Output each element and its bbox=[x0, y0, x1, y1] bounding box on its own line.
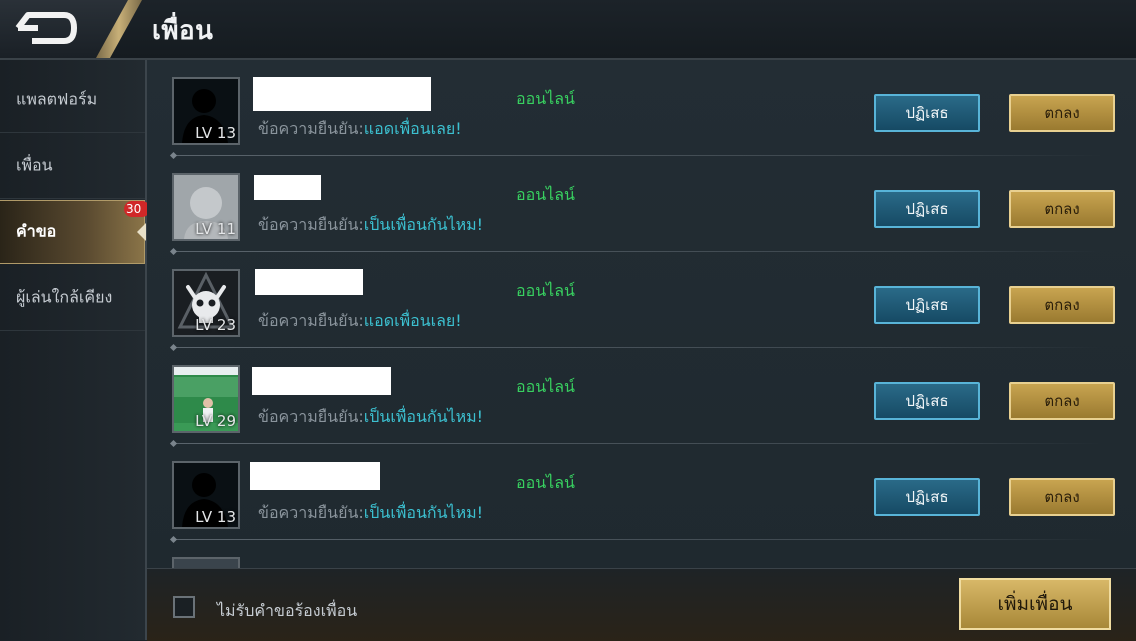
list-item: LV 23 ข้อความยืนยัน:แอดเพื่อนเลย! ออนไลน… bbox=[147, 252, 1136, 348]
online-status: ออนไลน์ bbox=[516, 377, 575, 396]
sidebar-item-friends[interactable]: เพื่อน bbox=[0, 134, 145, 199]
player-name-redacted bbox=[250, 462, 380, 490]
sidebar: แพลตฟอร์ม เพื่อน คำขอ 30 ผู้เล่นใกล้เคีย… bbox=[0, 60, 150, 640]
level-label: LV 13 bbox=[195, 508, 236, 526]
list-item: LV 29 ข้อความยืนยัน:เป็นเพื่อนกันไหม! ออ… bbox=[147, 348, 1136, 444]
sidebar-item-requests[interactable]: คำขอ 30 bbox=[0, 200, 150, 264]
level-label: LV 11 bbox=[195, 220, 236, 238]
sidebar-item-label: เพื่อน bbox=[16, 155, 53, 175]
player-avatar[interactable]: LV 13 bbox=[172, 461, 240, 529]
level-label: LV 23 bbox=[195, 316, 236, 334]
online-status: ออนไลน์ bbox=[516, 281, 575, 300]
online-status: ออนไลน์ bbox=[516, 473, 575, 492]
confirm-message: ข้อความยืนยัน:เป็นเพื่อนกันไหม! bbox=[258, 213, 483, 238]
reject-button[interactable]: ปฏิเสธ bbox=[874, 94, 980, 132]
player-name-redacted bbox=[254, 175, 321, 200]
online-status: ออนไลน์ bbox=[516, 89, 575, 108]
accept-button[interactable]: ตกลง bbox=[1009, 190, 1115, 228]
row-divider bbox=[173, 539, 1102, 540]
add-friend-button[interactable]: เพิ่มเพื่อน bbox=[959, 578, 1111, 630]
list-item: LV 11 ข้อความยืนยัน:เป็นเพื่อนกันไหม! ออ… bbox=[147, 156, 1136, 252]
active-indicator-icon bbox=[137, 223, 146, 241]
level-label: LV 29 bbox=[195, 412, 236, 430]
message-prefix: ข้อความยืนยัน: bbox=[258, 119, 364, 138]
confirm-message: ข้อความยืนยัน:เป็นเพื่อนกันไหม! bbox=[258, 405, 483, 430]
list-item: LV 13 ข้อความยืนยัน:เป็นเพื่อนกันไหม! ออ… bbox=[147, 444, 1136, 540]
back-arrow-icon bbox=[15, 12, 77, 44]
message-prefix: ข้อความยืนยัน: bbox=[258, 215, 364, 234]
confirm-message: ข้อความยืนยัน:แอดเพื่อนเลย! bbox=[258, 309, 462, 334]
top-bar: เพื่อน bbox=[0, 0, 1136, 60]
message-prefix: ข้อความยืนยัน: bbox=[258, 503, 364, 522]
confirm-message: ข้อความยืนยัน:แอดเพื่อนเลย! bbox=[258, 117, 462, 142]
player-avatar[interactable]: LV 23 bbox=[172, 269, 240, 337]
bottom-bar: ไม่รับคำขอร้องเพื่อน เพิ่มเพื่อน bbox=[147, 568, 1136, 641]
reject-button[interactable]: ปฏิเสธ bbox=[874, 382, 980, 420]
confirm-message: ข้อความยืนยัน:เป็นเพื่อนกันไหม! bbox=[258, 501, 483, 526]
checkbox-label: ไม่รับคำขอร้องเพื่อน bbox=[217, 601, 358, 620]
reject-button[interactable]: ปฏิเสธ bbox=[874, 286, 980, 324]
message-value: เป็นเพื่อนกันไหม! bbox=[363, 215, 484, 234]
player-name-redacted bbox=[252, 367, 391, 395]
block-requests-checkbox[interactable] bbox=[173, 596, 195, 618]
message-value: แอดเพื่อนเลย! bbox=[363, 119, 462, 138]
sidebar-item-label: คำขอ bbox=[16, 221, 57, 241]
next-row-peek bbox=[172, 557, 240, 568]
message-prefix: ข้อความยืนยัน: bbox=[258, 407, 364, 426]
accept-button[interactable]: ตกลง bbox=[1009, 286, 1115, 324]
reject-button[interactable]: ปฏิเสธ bbox=[874, 478, 980, 516]
message-value: เป็นเพื่อนกันไหม! bbox=[363, 407, 484, 426]
player-avatar[interactable]: LV 11 bbox=[172, 173, 240, 241]
player-name-redacted bbox=[255, 269, 363, 295]
accept-button[interactable]: ตกลง bbox=[1009, 94, 1115, 132]
message-value: แอดเพื่อนเลย! bbox=[363, 311, 462, 330]
sidebar-item-label: แพลตฟอร์ม bbox=[16, 89, 98, 109]
accept-button[interactable]: ตกลง bbox=[1009, 478, 1115, 516]
online-status: ออนไลน์ bbox=[516, 185, 575, 204]
message-prefix: ข้อความยืนยัน: bbox=[258, 311, 364, 330]
sidebar-item-nearby[interactable]: ผู้เล่นใกล้เคียง bbox=[0, 266, 145, 331]
page-title: เพื่อน bbox=[152, 16, 214, 46]
player-name-redacted bbox=[253, 77, 431, 111]
reject-button[interactable]: ปฏิเสธ bbox=[874, 190, 980, 228]
sidebar-item-platform[interactable]: แพลตฟอร์ม bbox=[0, 68, 145, 133]
message-value: เป็นเพื่อนกันไหม! bbox=[363, 503, 484, 522]
accept-button[interactable]: ตกลง bbox=[1009, 382, 1115, 420]
player-avatar[interactable]: LV 13 bbox=[172, 77, 240, 145]
level-label: LV 13 bbox=[195, 124, 236, 142]
player-avatar[interactable]: LV 29 bbox=[172, 365, 240, 433]
list-item: LV 13 ข้อความยืนยัน:แอดเพื่อนเลย! ออนไลน… bbox=[147, 60, 1136, 156]
friend-request-list[interactable]: LV 13 ข้อความยืนยัน:แอดเพื่อนเลย! ออนไลน… bbox=[147, 60, 1136, 568]
sidebar-item-label: ผู้เล่นใกล้เคียง bbox=[16, 287, 113, 307]
